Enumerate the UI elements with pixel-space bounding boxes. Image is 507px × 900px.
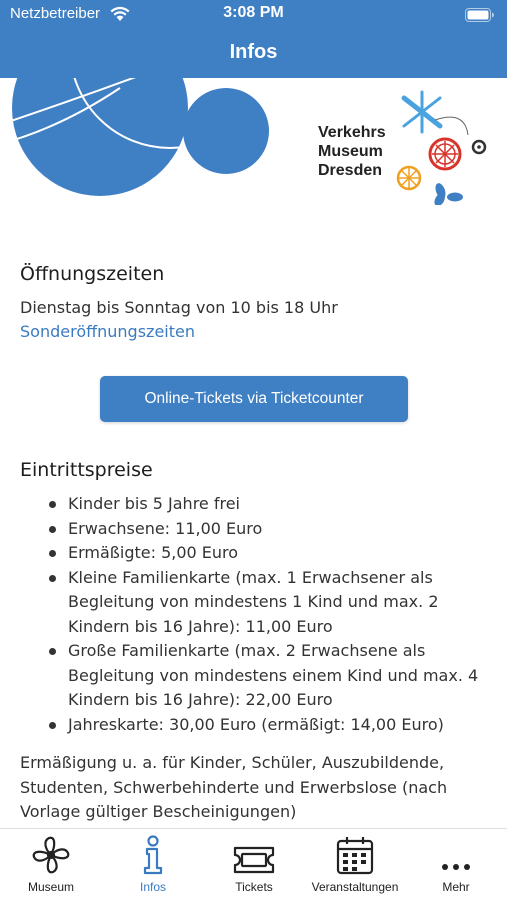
tab-label: Mehr: [442, 880, 470, 894]
museum-logo-text: Verkehrs Museum Dresden: [318, 124, 386, 179]
list-item: Jahreskarte: 30,00 Euro (ermäßigt: 14,00…: [20, 713, 490, 738]
page-title: Infos: [229, 41, 278, 63]
list-item: Erwachsene: 11,00 Euro: [20, 517, 490, 542]
opening-hours-heading: Öffnungszeiten: [20, 263, 165, 285]
battery-icon: [465, 8, 494, 22]
admission-prices-heading: Eintrittspreise: [20, 459, 153, 481]
special-opening-hours-link[interactable]: Sonderöffnungszeiten: [20, 322, 195, 341]
discount-note: Ermäßigung u. a. für Kinder, Schüler, Au…: [20, 753, 448, 821]
admission-prices-section: Eintrittspreise Kinder bis 5 Jahre frei …: [20, 456, 490, 825]
tab-label: Tickets: [235, 880, 273, 894]
tab-more[interactable]: Mehr: [430, 829, 482, 900]
status-time: 3:08 PM: [223, 4, 284, 21]
opening-hours-text: Dienstag bis Sonntag von 10 bis 18 Uhr: [20, 298, 338, 317]
online-tickets-button[interactable]: Online-Tickets via Ticketcounter: [100, 376, 408, 422]
tab-infos[interactable]: Infos: [124, 829, 182, 900]
propeller-icon: [32, 836, 70, 874]
calendar-icon: [336, 837, 374, 875]
ticket-icon: [233, 846, 275, 874]
nav-bar: Infos: [0, 30, 507, 78]
more-dots-icon: [442, 864, 470, 870]
tab-tickets[interactable]: Tickets: [220, 829, 288, 900]
list-item: Kinder bis 5 Jahre frei: [20, 492, 490, 517]
status-bar: Netzbetreiber 3:08 PM: [0, 0, 507, 30]
ticket-button-container: Online-Tickets via Ticketcounter: [100, 376, 408, 422]
price-list: Kinder bis 5 Jahre frei Erwachsene: 11,0…: [20, 492, 490, 737]
opening-hours-section: Öffnungszeiten Dienstag bis Sonntag von …: [20, 260, 490, 344]
tab-events[interactable]: Veranstaltungen: [305, 829, 405, 900]
tab-museum[interactable]: Museum: [18, 829, 84, 900]
hero-banner: Verkehrs Museum Dresden: [0, 78, 507, 228]
list-item: Ermäßigte: 5,00 Euro: [20, 541, 490, 566]
list-item: Kleine Familienkarte (max. 1 Erwachsener…: [20, 566, 490, 640]
list-item: Große Familienkarte (max. 2 Erwachsene a…: [20, 639, 490, 713]
tab-label: Museum: [27, 880, 74, 894]
info-icon: [143, 835, 163, 875]
museum-logo-icon: [396, 90, 487, 205]
tab-label: Veranstaltungen: [311, 880, 399, 894]
tab-bar: Museum Infos Tickets Veranstaltungen Meh…: [0, 828, 507, 900]
tab-label: Infos: [139, 880, 166, 894]
